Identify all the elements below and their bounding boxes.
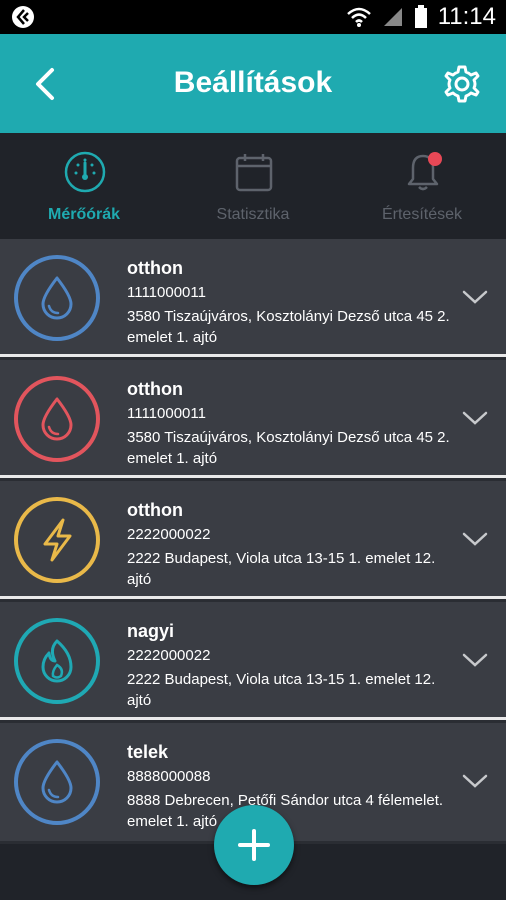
app-bar: Beállítások [0,34,506,133]
meter-number: 2222000022 [127,647,211,664]
battery-icon [414,5,427,28]
add-meter-button[interactable] [214,805,294,885]
meter-number: 2222000022 [127,526,211,543]
chevron-down-icon[interactable] [462,771,488,791]
tab-notifications-label: Értesítések [381,206,463,223]
meter-address: 3580 Tiszaújváros, Kosztolányi Dezső utc… [127,429,450,467]
meter-address: 3580 Tiszaújváros, Kosztolányi Dezső utc… [127,308,450,346]
meter-number: 1111000011 [127,405,206,422]
water-drop-icon [41,276,73,320]
meter-number: 1111000011 [127,284,206,301]
meter-row[interactable]: otthon 1111000011 3580 Tiszaújváros, Kos… [0,360,506,478]
chevron-down-icon[interactable] [462,408,488,428]
wifi-icon [346,7,371,27]
tab-meters[interactable]: Mérőórák [0,133,168,239]
meter-row[interactable]: otthon 1111000011 3580 Tiszaújváros, Kos… [0,239,506,357]
water-drop-icon [41,760,73,804]
meter-name: otthon [127,258,183,278]
meter-name: otthon [127,379,183,399]
gear-icon[interactable] [442,64,482,104]
lightning-bolt-icon [43,518,72,562]
tab-meters-label: Mérőórák [47,206,121,223]
meter-type-badge [14,739,100,825]
notification-dot [428,152,442,166]
meter-type-badge [14,618,100,704]
chevron-down-icon[interactable] [462,287,488,307]
tab-notifications[interactable]: Értesítések [338,133,506,239]
meter-row[interactable]: nagyi 2222000022 2222 Budapest, Viola ut… [0,602,506,720]
app-notification-icon [12,6,34,28]
meter-name: telek [127,742,169,762]
chevron-down-icon[interactable] [462,650,488,670]
meter-row[interactable]: otthon 2222000022 2222 Budapest, Viola u… [0,481,506,599]
status-bar: 11:14 [0,0,506,34]
page-title: Beállítások [173,66,333,99]
plus-icon [238,829,270,861]
status-time: 11:14 [437,3,496,30]
flame-icon [41,639,73,683]
bell-icon [407,152,442,191]
tab-statistics-label: Statisztika [216,206,290,223]
meter-address: 2222 Budapest, Viola utca 13-15 1. emele… [127,671,436,709]
gauge-icon [64,151,106,193]
meter-type-badge [14,376,100,462]
meter-address: 8888 Debrecen, Petőfi Sándor utca 4 féle… [127,792,444,830]
meter-number: 8888000088 [127,768,211,785]
meter-name: nagyi [127,621,175,641]
hot-water-drop-icon [41,397,73,441]
tab-statistics[interactable]: Statisztika [169,133,337,239]
calendar-icon [235,154,273,192]
meter-address: 2222 Budapest, Viola utca 13-15 1. emele… [127,550,436,588]
tab-bar: Mérőórák Statisztika Értesítések [0,133,506,239]
meter-type-badge [14,255,100,341]
meter-name: otthon [127,500,183,520]
meter-type-badge [14,497,100,583]
chevron-down-icon[interactable] [462,529,488,549]
signal-icon [383,8,402,26]
